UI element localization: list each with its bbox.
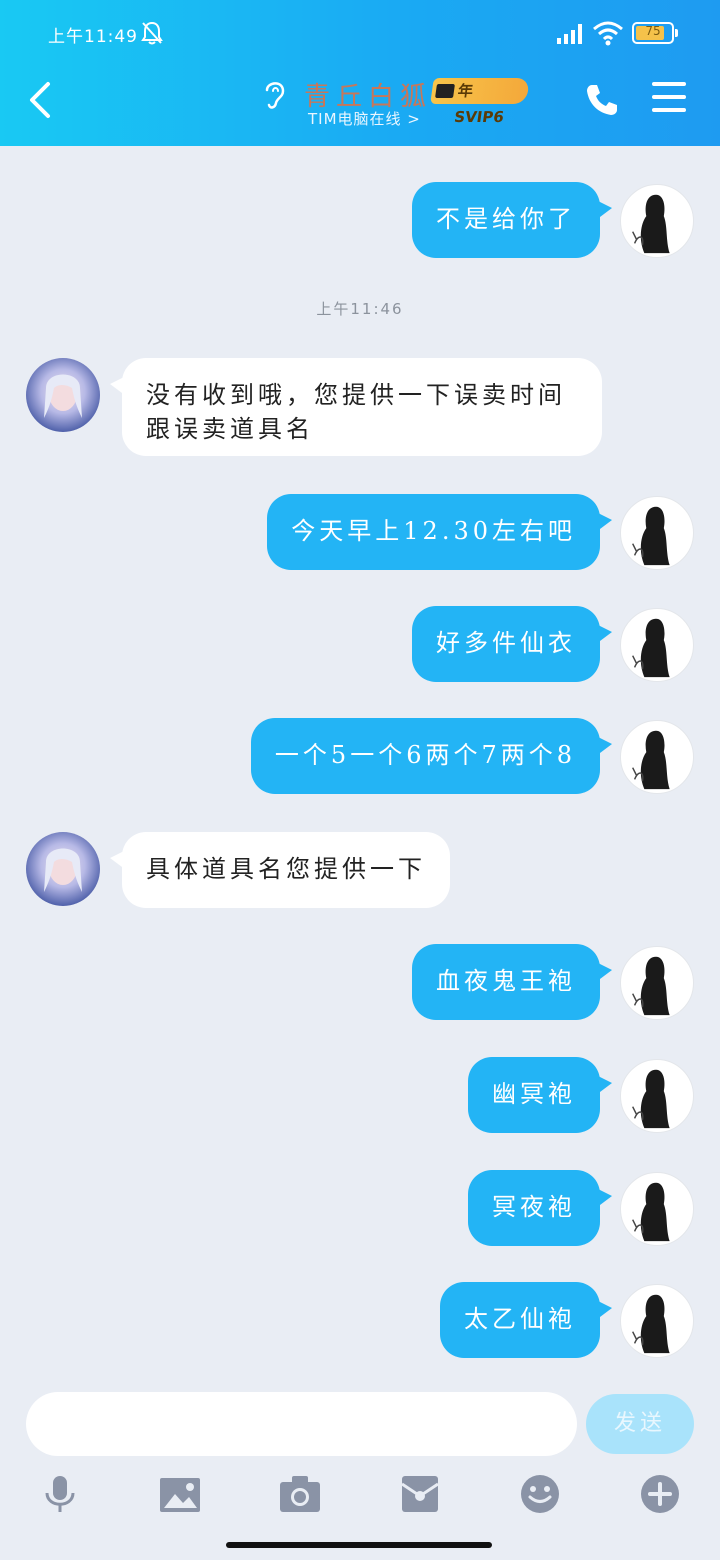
- message-bubble-self[interactable]: 太乙仙袍: [440, 1282, 612, 1358]
- signal-icon: [557, 24, 582, 44]
- back-button[interactable]: [26, 80, 56, 120]
- image-icon[interactable]: [160, 1474, 200, 1514]
- red-packet-icon[interactable]: [400, 1474, 440, 1514]
- plus-icon[interactable]: [640, 1474, 680, 1514]
- emoji-icon[interactable]: [520, 1474, 560, 1514]
- home-indicator[interactable]: [226, 1542, 492, 1548]
- message-bubble-self[interactable]: 冥夜袍: [468, 1170, 612, 1246]
- wifi-icon: [593, 21, 623, 46]
- message-bubble-self[interactable]: 今天早上12.30左右吧: [267, 494, 612, 570]
- avatar-self[interactable]: [620, 496, 694, 570]
- message-bubble-contact[interactable]: 没有收到哦，您提供一下误卖时间跟误卖道具名: [110, 358, 602, 456]
- message-bubble-self[interactable]: 一个5一个6两个7两个8: [250, 718, 613, 794]
- message-bubble-self[interactable]: 血夜鬼王袍: [412, 944, 612, 1020]
- avatar-self[interactable]: [620, 1059, 694, 1133]
- svip-badge: 年SVIP6: [430, 78, 530, 126]
- status-bar: 上午11:49 75: [0, 0, 720, 66]
- message-bubble-self[interactable]: 好多件仙衣: [412, 606, 612, 682]
- message-bubble-contact[interactable]: 具体道具名您提供一下: [110, 832, 450, 908]
- online-status[interactable]: TIM电脑在线 >: [308, 108, 421, 129]
- microphone-icon[interactable]: [40, 1474, 80, 1514]
- message-bubble-self[interactable]: 不是给你了: [412, 182, 612, 258]
- status-time: 上午11:49: [48, 27, 138, 47]
- ear-icon: [265, 82, 285, 109]
- svip-label: 年SVIP6: [453, 82, 506, 126]
- battery-level: 75: [645, 24, 661, 38]
- message-bubble-self[interactable]: 幽冥袍: [468, 1057, 612, 1133]
- avatar-self[interactable]: [620, 720, 694, 794]
- phone-call-button[interactable]: [584, 82, 620, 118]
- chat-title[interactable]: 青丘白狐 年SVIP6 TIM电脑在线 >: [258, 70, 530, 132]
- battery-indicator: 75: [632, 22, 678, 44]
- avatar-self[interactable]: [620, 946, 694, 1020]
- send-button[interactable]: 发送: [586, 1394, 694, 1454]
- chat-header: 上午11:49 75 青丘白狐 年SVIP6 TIM电脑在线 >: [0, 0, 720, 146]
- avatar-contact[interactable]: [26, 358, 100, 432]
- avatar-self[interactable]: [620, 608, 694, 682]
- message-timestamp: 上午11:46: [316, 300, 404, 318]
- avatar-self[interactable]: [620, 184, 694, 258]
- avatar-contact[interactable]: [26, 832, 100, 906]
- avatar-self[interactable]: [620, 1284, 694, 1358]
- camera-icon[interactable]: [280, 1474, 320, 1514]
- bell-muted-icon: [141, 21, 163, 45]
- menu-button[interactable]: [652, 82, 686, 116]
- message-input[interactable]: [26, 1392, 577, 1456]
- avatar-self[interactable]: [620, 1172, 694, 1246]
